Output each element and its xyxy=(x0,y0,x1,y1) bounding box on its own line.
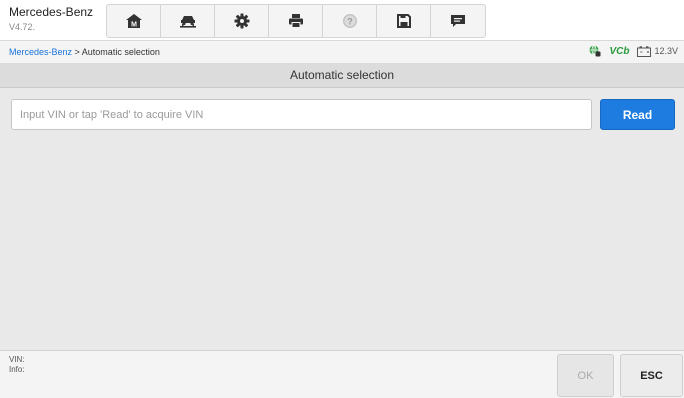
message-icon xyxy=(451,15,465,27)
battery-status: 12.3V xyxy=(637,45,678,57)
voltage-readout: 12.3V xyxy=(654,46,678,56)
gear-icon xyxy=(234,13,249,29)
message-button[interactable] xyxy=(431,5,485,37)
breadcrumb-link-mercedes[interactable]: Mercedes-Benz xyxy=(9,47,72,57)
page-title: Automatic selection xyxy=(0,64,684,88)
app-title: Mercedes-Benz xyxy=(9,5,94,19)
save-icon xyxy=(396,14,411,28)
network-icon xyxy=(589,45,601,57)
settings-button[interactable] xyxy=(215,5,269,37)
print-button[interactable] xyxy=(269,5,323,37)
home-button[interactable]: M xyxy=(107,5,161,37)
breadcrumb-separator: > xyxy=(72,47,82,57)
vehicle-lift-button[interactable] xyxy=(161,5,215,37)
ok-button[interactable]: OK xyxy=(557,354,614,397)
home-icon: M xyxy=(125,14,142,29)
toolbar: M ? xyxy=(106,4,486,38)
app-version: V4.72. xyxy=(9,22,36,32)
help-icon: ? xyxy=(342,14,357,28)
esc-button[interactable]: ESC xyxy=(620,354,683,397)
svg-text:?: ? xyxy=(347,17,353,27)
breadcrumb-current: Automatic selection xyxy=(81,47,160,57)
vin-input[interactable] xyxy=(11,99,592,130)
vehicle-info: VIN: Info: xyxy=(9,355,25,375)
bottom-bar: VIN: Info: OK ESC xyxy=(0,350,684,398)
svg-text:M: M xyxy=(131,22,137,29)
vin-label: VIN: xyxy=(9,355,25,364)
status-area: VCb 12.3V xyxy=(589,45,678,57)
breadcrumb-bar: Mercedes-Benz > Automatic selection VCb … xyxy=(0,41,684,64)
top-bar: Mercedes-Benz V4.72. M ? xyxy=(0,0,684,41)
battery-icon xyxy=(637,45,652,57)
car-lift-icon xyxy=(179,16,196,28)
info-label: Info: xyxy=(9,365,25,374)
printer-icon xyxy=(288,14,303,28)
breadcrumb: Mercedes-Benz > Automatic selection xyxy=(9,47,160,57)
help-button[interactable]: ? xyxy=(323,5,377,37)
read-button[interactable]: Read xyxy=(600,99,675,130)
vcb-indicator: VCb xyxy=(609,45,630,57)
save-button[interactable] xyxy=(377,5,431,37)
